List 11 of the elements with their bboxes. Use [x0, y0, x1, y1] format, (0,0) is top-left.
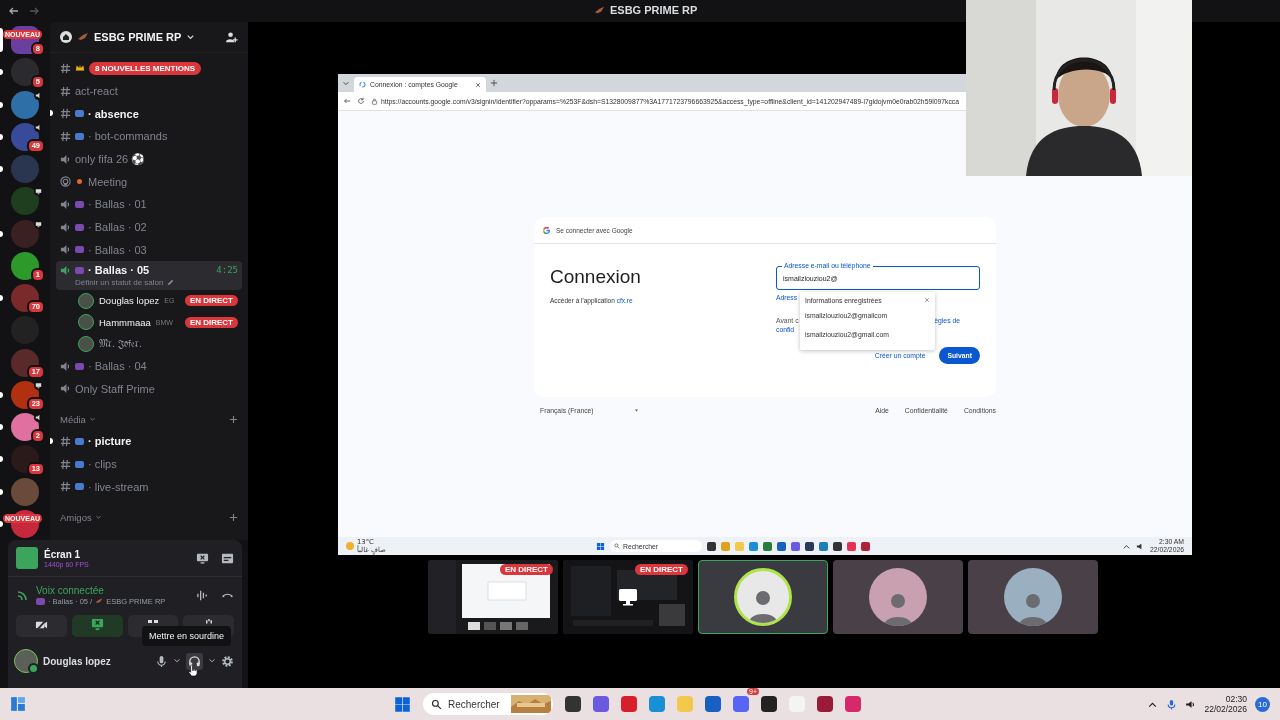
live-badge: EN DIRECT: [184, 316, 238, 328]
window-title: ESBG PRIME RP: [610, 4, 698, 16]
tooltip: Mettre en sourdine: [142, 626, 232, 646]
clock-date: 22/02/2026: [1204, 704, 1247, 714]
page-title: Connexion: [550, 266, 642, 288]
live-badge: EN DIRECT: [634, 564, 688, 575]
live-badge: EN DIRECT: [184, 295, 238, 307]
clock-time: 02:30: [1225, 694, 1247, 704]
call-timer: 4:25: [216, 265, 238, 276]
stream-title: Écran 1: [44, 548, 82, 560]
live-badge: EN DIRECT: [499, 564, 553, 575]
